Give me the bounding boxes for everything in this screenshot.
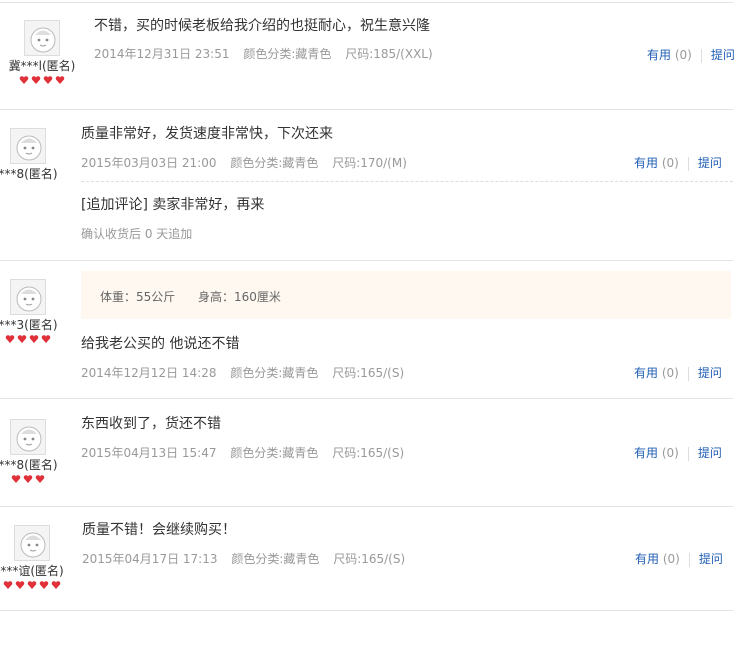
- default-avatar-icon: [10, 279, 46, 315]
- heart-level-icon: [5, 335, 15, 343]
- reviewer-nickname: ***8(匿名): [0, 458, 58, 472]
- divider: [0, 2, 733, 3]
- heart-level-icon: [43, 76, 53, 84]
- review-date: 2014年12月31日 23:51: [94, 47, 230, 61]
- review-actions: 有用 (0) 提问: [635, 550, 723, 567]
- review-size: 尺码:165/(S): [332, 366, 405, 380]
- reviewer-nickname: ***8(匿名): [0, 167, 58, 181]
- review-color: 颜色分类:藏青色: [230, 156, 319, 170]
- review-actions: 有用 (0) 提问: [647, 46, 735, 63]
- review-date: 2015年03月03日 21:00: [81, 156, 217, 170]
- buyer-weight: 体重：55公斤: [100, 290, 176, 304]
- heart-level-icon: [51, 581, 61, 589]
- reviewer-info: ***8(匿名): [0, 419, 68, 486]
- buyer-level-hearts: [2, 75, 82, 87]
- review-text: 质量不错！会继续购买！: [82, 522, 236, 538]
- review-date: 2015年04月17日 17:13: [82, 552, 218, 566]
- review-meta: 2014年12月31日 23:51 颜色分类:藏青色 尺码:185/(XXL): [94, 45, 443, 62]
- reviewer-info: ***谊(匿名): [0, 525, 72, 592]
- review-text: 东西收到了，货还不错: [81, 416, 221, 432]
- followup-meta: 确认收货后 0 天追加: [81, 227, 193, 241]
- ask-button[interactable]: 提问: [711, 48, 735, 62]
- review-actions: 有用 (0) 提问: [634, 364, 722, 381]
- review-color: 颜色分类:藏青色: [230, 366, 319, 380]
- useful-button[interactable]: 有用 (0): [634, 446, 679, 460]
- useful-button[interactable]: 有用 (0): [634, 156, 679, 170]
- useful-button[interactable]: 有用 (0): [634, 366, 679, 380]
- default-avatar-icon: [14, 525, 50, 561]
- ask-button[interactable]: 提问: [699, 552, 723, 566]
- heart-level-icon: [15, 581, 25, 589]
- ask-button[interactable]: 提问: [698, 446, 722, 460]
- heart-level-icon: [39, 581, 49, 589]
- reviewer-info: ***8(匿名): [0, 128, 68, 181]
- heart-level-icon: [29, 335, 39, 343]
- divider: [0, 398, 733, 399]
- heart-level-icon: [19, 76, 29, 84]
- heart-level-icon: [27, 581, 37, 589]
- review-text: 质量非常好，发货速度非常快，下次还来: [81, 126, 333, 142]
- ask-button[interactable]: 提问: [698, 156, 722, 170]
- heart-level-icon: [35, 475, 45, 483]
- review-date: 2015年04月13日 15:47: [81, 446, 217, 460]
- heart-level-icon: [3, 581, 13, 589]
- review-actions: 有用 (0) 提问: [634, 154, 722, 171]
- useful-button[interactable]: 有用 (0): [647, 48, 692, 62]
- heart-level-icon: [11, 475, 21, 483]
- default-avatar-icon: [10, 419, 46, 455]
- review-meta: 2014年12月12日 14:28 颜色分类:藏青色 尺码:165/(S): [81, 364, 414, 381]
- review-text: 给我老公买的 他说还不错: [81, 336, 240, 352]
- review-date: 2014年12月12日 14:28: [81, 366, 217, 380]
- reviewer-info: ***3(匿名): [0, 279, 68, 346]
- ask-button[interactable]: 提问: [698, 366, 722, 380]
- review-text: 不错，买的时候老板给我介绍的也挺耐心，祝生意兴隆: [94, 18, 430, 34]
- buyer-body-info: 体重：55公斤 身高：160厘米: [81, 271, 731, 319]
- review-size: 尺码:165/(S): [333, 552, 406, 566]
- heart-level-icon: [41, 335, 51, 343]
- buyer-level-hearts: [0, 474, 68, 486]
- divider: [0, 109, 733, 110]
- reviewer-nickname: 冀***l(匿名): [8, 59, 76, 73]
- default-avatar-icon: [10, 128, 46, 164]
- followup-text: [追加评论] 卖家非常好，再来: [81, 197, 265, 213]
- reviewer-info: 冀***l(匿名): [2, 20, 82, 87]
- review-actions: 有用 (0) 提问: [634, 444, 722, 461]
- reviewer-nickname: ***谊(匿名): [0, 564, 64, 578]
- review-color: 颜色分类:藏青色: [243, 47, 332, 61]
- followup-divider: [81, 181, 733, 182]
- review-size: 尺码:170/(M): [332, 156, 407, 170]
- heart-level-icon: [17, 335, 27, 343]
- review-meta: 2015年04月17日 17:13 颜色分类:藏青色 尺码:165/(S): [82, 550, 415, 567]
- review-color: 颜色分类:藏青色: [230, 446, 319, 460]
- review-meta: 2015年04月13日 15:47 颜色分类:藏青色 尺码:165/(S): [81, 444, 414, 461]
- divider: [0, 610, 733, 611]
- review-size: 尺码:165/(S): [332, 446, 405, 460]
- review-color: 颜色分类:藏青色: [231, 552, 320, 566]
- heart-level-icon: [23, 475, 33, 483]
- divider: [0, 506, 733, 507]
- reviewer-nickname: ***3(匿名): [0, 318, 58, 332]
- heart-level-icon: [31, 76, 41, 84]
- useful-button[interactable]: 有用 (0): [635, 552, 680, 566]
- review-size: 尺码:185/(XXL): [345, 47, 433, 61]
- buyer-level-hearts: [0, 334, 68, 346]
- review-meta: 2015年03月03日 21:00 颜色分类:藏青色 尺码:170/(M): [81, 154, 417, 171]
- buyer-level-hearts: [0, 580, 72, 592]
- heart-level-icon: [55, 76, 65, 84]
- default-avatar-icon: [24, 20, 60, 56]
- buyer-height: 身高：160厘米: [198, 290, 281, 304]
- divider: [0, 260, 733, 261]
